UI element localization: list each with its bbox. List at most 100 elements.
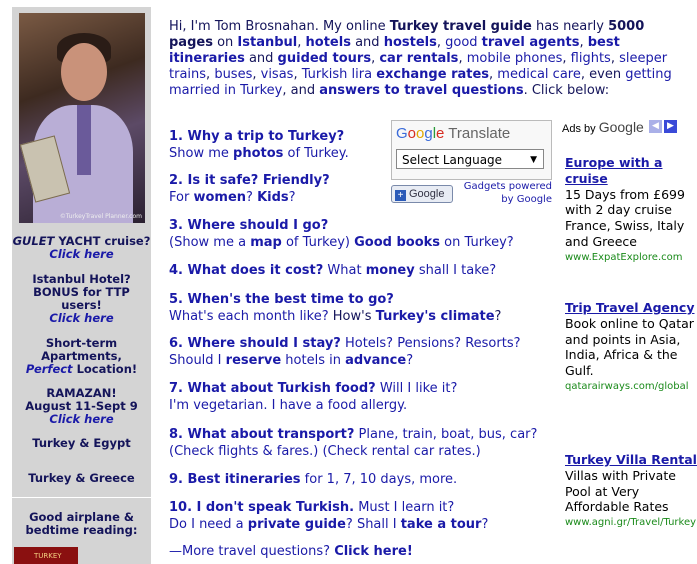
link-hostels[interactable]: hostels — [384, 35, 437, 50]
question-6: 6. Where should I stay? Hotels? Pensions… — [169, 336, 549, 369]
more-questions-click-link[interactable]: Click here! — [334, 544, 413, 559]
question-6-link[interactable]: 6. Where should I stay? — [169, 336, 341, 351]
add-google-button[interactable]: + Google — [391, 185, 453, 203]
ad-title[interactable]: Trip Travel Agency — [565, 300, 697, 316]
gulet-link[interactable]: GULET — [13, 234, 55, 248]
ad-title[interactable]: Turkey Villa Rental — [565, 452, 697, 468]
link-good[interactable]: good — [445, 35, 482, 50]
question-8: 8. What about transport? Plane, train, b… — [169, 427, 549, 460]
ads-next-arrow-icon[interactable]: ▶ — [664, 120, 677, 133]
q10-learn-link[interactable]: Must I learn it? — [354, 500, 454, 515]
ad-url[interactable]: www.agni.gr/Travel/Turkey — [565, 515, 697, 531]
q10-guide-link[interactable]: private guide — [248, 517, 346, 532]
apartments-perfect[interactable]: Perfect — [26, 362, 73, 376]
ramazan-click-link[interactable]: Click here — [49, 412, 113, 426]
sidebar-item-turkey-greece[interactable]: Turkey & Greece — [12, 472, 151, 485]
book-cover-label: TURKEY — [34, 552, 62, 560]
ad-url[interactable]: www.ExpatExplore.com — [565, 250, 697, 266]
link-medical-care[interactable]: medical care — [497, 67, 581, 82]
q6-advance-link[interactable]: advance — [345, 353, 406, 368]
language-select-value: Select Language — [402, 153, 503, 167]
author-photo[interactable]: ©TurkeyTravel Planner.com — [19, 13, 145, 223]
q6-reserve-link[interactable]: reserve — [226, 353, 282, 368]
intro-guide: Turkey travel guide — [389, 19, 532, 34]
q8-check-links[interactable]: (Check flights & fares.) (Check rental c… — [169, 444, 481, 459]
sidebar-item-ramazan[interactable]: RAMAZAN! August 11-Sept 9 Click here — [12, 387, 151, 426]
q7-like-link[interactable]: Will I like it? — [376, 381, 458, 396]
sidebar-item-turkey-egypt[interactable]: Turkey & Egypt — [12, 437, 151, 450]
q2-women-link[interactable]: women — [193, 190, 246, 205]
sidebar-item-apartments[interactable]: Short-term Apartments, Perfect Location! — [12, 337, 151, 376]
sidebar-item-istanbul-hotel[interactable]: Istanbul Hotel? BONUS for TTP users! Cli… — [12, 273, 151, 325]
q6-options[interactable]: Hotels? Pensions? Resorts? — [341, 336, 521, 351]
q2-kids-link[interactable]: Kids — [257, 190, 289, 205]
ad-item[interactable]: Europe with a cruise 15 Days from £699 w… — [565, 155, 697, 266]
ad-url[interactable]: qatarairways.com/global — [565, 379, 697, 395]
intro-text: , — [297, 35, 306, 51]
link-flights[interactable]: flights — [571, 51, 611, 66]
q3-text: on Turkey? — [440, 234, 514, 250]
ads-by-google[interactable]: Ads by Google — [562, 119, 644, 135]
intro-text: Hi, I'm Tom Brosnahan. My online — [169, 19, 390, 34]
ads-prev-arrow-icon[interactable]: ◀ — [649, 120, 662, 133]
intro-text: has nearly — [531, 19, 609, 34]
gadgets-powered-by-link[interactable]: Gadgets powered by Google — [454, 180, 552, 206]
q5-climate-link[interactable]: Turkey's climate — [376, 309, 495, 324]
q3-books-link[interactable]: Good books — [354, 235, 440, 250]
link-mobile-phones[interactable]: mobile phones — [467, 51, 563, 66]
link-exchange-rates[interactable]: exchange rates — [376, 67, 489, 82]
ad-body: 15 Days from £699 with 2 day cruise Fran… — [565, 186, 685, 249]
q3-text: (Show me a — [169, 234, 251, 250]
link-hotels[interactable]: hotels — [306, 35, 351, 50]
link-visas[interactable]: visas — [261, 67, 294, 82]
q10-text: ? — [481, 516, 489, 532]
link-car-rentals[interactable]: car rentals — [379, 51, 458, 66]
link-turkish-lira[interactable]: Turkish lira — [302, 67, 377, 82]
q3-text: of Turkey) — [281, 234, 355, 250]
q5-months-link[interactable]: What's each month like? — [169, 309, 329, 324]
intro-text: on — [212, 35, 238, 51]
language-select[interactable]: Select Language ▼ — [396, 149, 544, 169]
question-8-link[interactable]: 8. What about transport? — [169, 427, 354, 442]
question-2-link[interactable]: 2. Is it safe? Friendly? — [169, 173, 330, 188]
gulet-click-link[interactable]: Click here — [49, 247, 113, 261]
question-4: 4. What does it cost? What money shall I… — [169, 263, 549, 280]
question-1-link[interactable]: 1. Why a trip to Turkey? — [169, 129, 344, 144]
sidebar-item-gulet[interactable]: GULET YACHT cruise? Click here — [12, 235, 151, 261]
q4-text: What — [323, 263, 366, 278]
q1-photos-link[interactable]: photos — [233, 146, 283, 161]
turkey-greece-link[interactable]: Turkey & Greece — [28, 471, 134, 485]
reading-line1: Good airplane & — [29, 510, 134, 524]
q4-money-link[interactable]: money — [366, 263, 415, 278]
q10-text: ? Shall I — [345, 516, 401, 532]
link-travel-agents[interactable]: travel agents — [482, 35, 580, 50]
q10-tour-link[interactable]: take a tour — [401, 517, 482, 532]
link-answers[interactable]: answers to travel questions — [319, 83, 523, 98]
apartments-location: Location! — [72, 362, 138, 376]
q9-text[interactable]: for 1, 7, 10 days, more. — [301, 472, 458, 487]
question-10-link[interactable]: 10. I don't speak Turkish. — [169, 500, 354, 515]
q7-diet-link[interactable]: I'm vegetarian. I have a food allergy. — [169, 398, 407, 413]
ad-title[interactable]: Europe with a cruise — [565, 155, 697, 187]
question-5-link[interactable]: 5. When's the best time to go? — [169, 292, 394, 307]
link-guided-tours[interactable]: guided tours — [278, 51, 372, 66]
sidebar-item-reading: Good airplane & bedtime reading: — [12, 511, 151, 537]
q6-text: hotels in — [281, 352, 346, 368]
link-istanbul[interactable]: Istanbul — [237, 35, 297, 50]
book-cover[interactable]: TURKEY — [14, 547, 78, 564]
q8-modes-link[interactable]: Plane, train, boat, bus, car? — [354, 427, 538, 442]
ad-item[interactable]: Trip Travel Agency Book online to Qatar … — [565, 300, 697, 395]
link-buses[interactable]: buses — [214, 67, 252, 82]
istanbul-hotel-click-link[interactable]: Click here — [49, 311, 113, 325]
q1-text[interactable]: of Turkey. — [283, 146, 349, 161]
q1-text[interactable]: Show me — [169, 146, 233, 161]
ad-body: Book online to Qatar and points in Asia,… — [565, 315, 694, 379]
q3-map-link[interactable]: map — [250, 235, 282, 250]
plus-icon: + — [395, 190, 406, 201]
ad-item[interactable]: Turkey Villa Rental Villas with Private … — [565, 452, 697, 531]
question-4-link[interactable]: 4. What does it cost? — [169, 263, 323, 278]
question-3-link[interactable]: 3. Where should I go? — [169, 218, 328, 233]
question-7-link[interactable]: 7. What about Turkish food? — [169, 381, 376, 396]
question-9-link[interactable]: 9. Best itineraries — [169, 472, 301, 487]
turkey-egypt-link[interactable]: Turkey & Egypt — [32, 436, 130, 450]
